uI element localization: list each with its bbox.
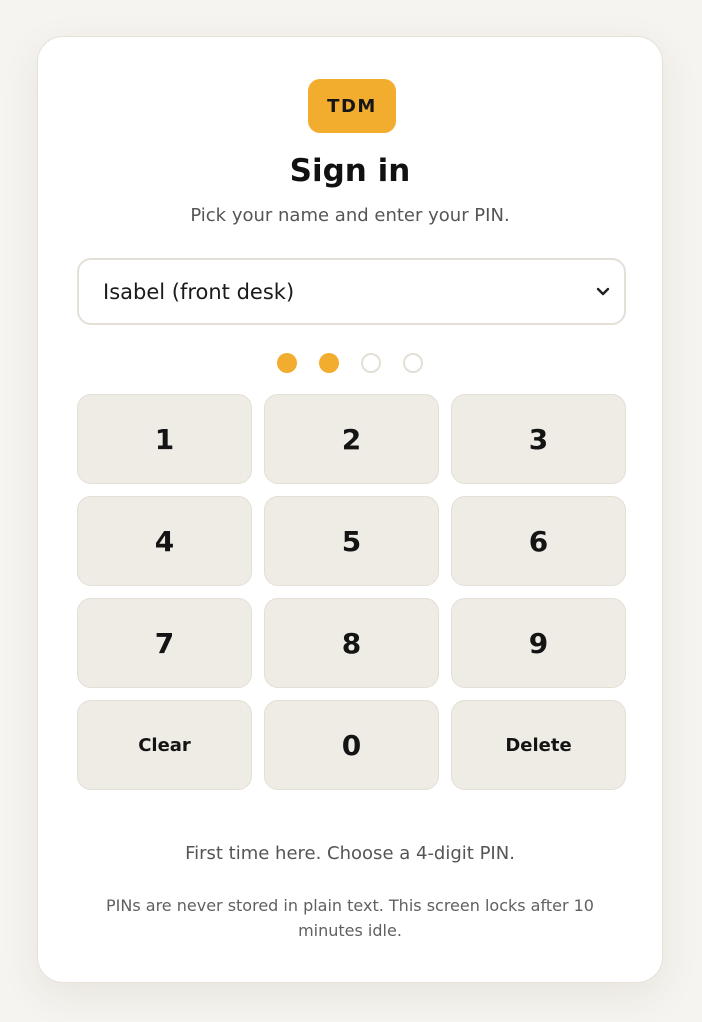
key-1-button[interactable]: 1: [77, 394, 252, 484]
key-8-button[interactable]: 8: [264, 598, 439, 688]
page-subtitle: Pick your name and enter your PIN.: [190, 205, 510, 226]
key-5-button[interactable]: 5: [264, 496, 439, 586]
chevron-down-icon: [596, 285, 610, 299]
page-title: Sign in: [289, 153, 411, 189]
pin-dot: [277, 353, 297, 373]
key-7-button[interactable]: 7: [77, 598, 252, 688]
security-note: PINs are never stored in plain text. Thi…: [106, 896, 594, 940]
key-6-button[interactable]: 6: [451, 496, 626, 586]
key-4-button[interactable]: 4: [77, 496, 252, 586]
pin-dot: [319, 353, 339, 373]
pin-dot: [403, 353, 423, 373]
brand-logo: TDM: [308, 79, 396, 133]
delete-button[interactable]: Delete: [451, 700, 626, 790]
pin-indicator: [38, 353, 662, 373]
keypad: 1 2 3 4 5 6 7 8 9 Clear 0 Delete: [77, 394, 626, 790]
sign-in-card: TDM Sign in Pick your name and enter you…: [37, 36, 663, 983]
key-3-button[interactable]: 3: [451, 394, 626, 484]
user-select-value: Isabel (front desk): [103, 279, 295, 304]
clear-button[interactable]: Clear: [77, 700, 252, 790]
key-2-button[interactable]: 2: [264, 394, 439, 484]
key-9-button[interactable]: 9: [451, 598, 626, 688]
user-select[interactable]: Isabel (front desk): [77, 258, 626, 325]
pin-dot: [361, 353, 381, 373]
first-time-hint: First time here. Choose a 4-digit PIN.: [185, 843, 515, 864]
key-0-button[interactable]: 0: [264, 700, 439, 790]
